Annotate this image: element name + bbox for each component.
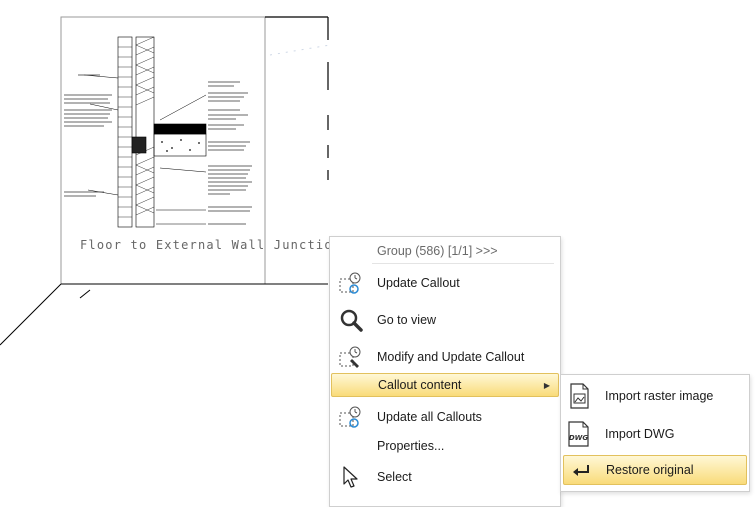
restore-arrow-icon (568, 456, 596, 484)
import-dwg-item[interactable]: DWG Import DWG (561, 416, 749, 452)
drawing-title: Floor to External Wall Junction (80, 238, 342, 252)
restore-original-label: Restore original (606, 463, 694, 477)
go-to-view-label: Go to view (377, 313, 437, 327)
callout-content-submenu: Import raster image DWG Import DWG Resto… (560, 374, 750, 492)
callout-modify-icon (337, 343, 365, 371)
select-item[interactable]: Select (331, 463, 559, 491)
drawing-sheet (0, 16, 331, 346)
update-callout-label: Update Callout (377, 276, 460, 290)
update-callout-item[interactable]: Update Callout (331, 267, 559, 299)
properties-item[interactable]: Properties... (331, 435, 559, 457)
menu-separator (372, 263, 554, 264)
properties-label: Properties... (377, 439, 445, 453)
update-all-callouts-label: Update all Callouts (377, 410, 482, 424)
restore-original-item[interactable]: Restore original (563, 455, 747, 485)
callout-content-label: Callout content (378, 378, 462, 392)
dwg-file-icon: DWG (565, 420, 593, 448)
group-header-label: Group (586) [1/1] >>> (377, 244, 498, 258)
svg-text:DWG: DWG (569, 434, 589, 442)
group-header[interactable]: Group (586) [1/1] >>> (331, 239, 559, 263)
callout-refresh-icon (337, 269, 365, 297)
modify-update-callout-label: Modify and Update Callout (377, 350, 525, 364)
callout-refresh-all-icon (337, 403, 365, 431)
import-dwg-label: Import DWG (605, 427, 675, 441)
submenu-arrow-icon: ▶ (543, 380, 550, 390)
raster-image-file-icon (565, 382, 593, 410)
update-all-callouts-item[interactable]: Update all Callouts (331, 401, 559, 433)
callout-content-item[interactable]: Callout content ▶ (331, 373, 559, 397)
modify-update-callout-item[interactable]: Modify and Update Callout (331, 341, 559, 373)
import-raster-image-label: Import raster image (605, 389, 714, 403)
cursor-arrow-icon (337, 463, 365, 491)
magnifier-icon (337, 306, 365, 334)
select-label: Select (377, 470, 412, 484)
go-to-view-item[interactable]: Go to view (331, 304, 559, 336)
import-raster-image-item[interactable]: Import raster image (561, 378, 749, 414)
context-menu: Group (586) [1/1] >>> Update Callout Go … (329, 236, 561, 507)
